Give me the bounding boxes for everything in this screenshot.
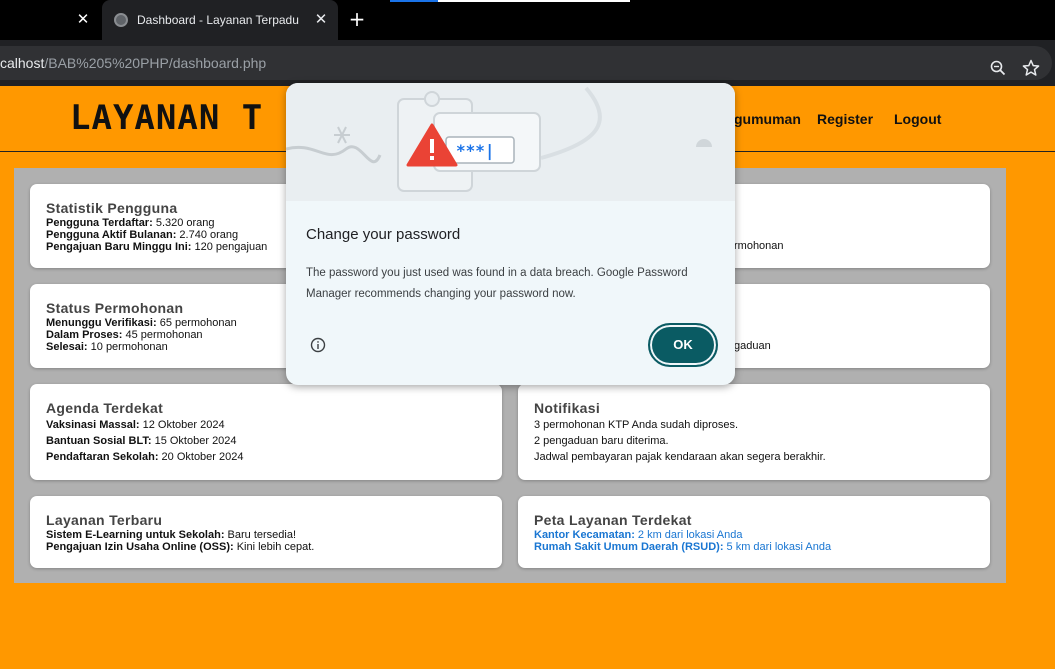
notification-item: 2 pengaduan baru diterima. [534,435,669,447]
password-breach-dialog: ***| Change your password The password y… [286,83,735,385]
card-agenda-terdekat: Agenda Terdekat Vaksinasi Massal: 12 Okt… [30,384,502,480]
ok-button[interactable]: OK [648,323,718,367]
layanan-line: Sistem E-Learning untuk Sekolah: Baru te… [46,529,297,541]
tab-strip-accent-blue [390,0,438,2]
star-icon[interactable] [1022,59,1040,77]
notification-item: Jadwal pembayaran pajak kendaraan akan s… [534,451,826,463]
browser-toolbar: calhost/BAB%205%20PHP/dashboard.php [0,40,1055,86]
close-icon[interactable]: ✕ [314,12,328,27]
globe-icon [114,13,128,27]
tab-title: Dashboard - Layanan Terpadu [137,13,299,27]
plus-icon[interactable]: + [348,9,366,29]
dialog-title: Change your password [306,226,461,243]
agenda-line: Bantuan Sosial BLT: 15 Oktober 2024 [46,435,237,447]
nav-logout[interactable]: Logout [894,111,941,127]
layanan-line: Pengajuan Izin Usaha Online (OSS): Kini … [46,541,315,553]
url-host: calhost [0,55,45,71]
partial-text: rmohonan [734,240,784,252]
address-bar[interactable]: calhost/BAB%205%20PHP/dashboard.php [0,46,1052,80]
location-link[interactable]: Kantor Kecamatan: 2 km dari lokasi Anda [534,529,974,541]
info-icon[interactable] [310,337,326,353]
card-notifikasi: Notifikasi 3 permohonan KTP Anda sudah d… [518,384,990,480]
url-text[interactable]: calhost/BAB%205%20PHP/dashboard.php [0,55,266,71]
location-link[interactable]: Rumah Sakit Umum Daerah (RSUD): 5 km dar… [534,541,974,553]
zoom-icon[interactable] [990,60,1006,76]
password-mask-text: ***| [456,141,495,161]
card-title: Layanan Terbaru [46,512,163,528]
card-layanan-terbaru: Layanan Terbaru Sistem E-Learning untuk … [30,496,502,568]
site-title: LAYANAN T [70,98,264,138]
close-icon[interactable]: ✕ [76,12,90,27]
partial-text: gaduan [734,340,771,352]
nav-pengumuman[interactable]: gumuman [734,111,801,127]
card-title: Peta Layanan Terdekat [534,512,692,528]
browser-tab-active[interactable]: Dashboard - Layanan Terpadu ✕ [102,0,338,40]
agenda-line: Vaksinasi Massal: 12 Oktober 2024 [46,419,225,431]
dialog-illustration: ***| [286,83,735,201]
url-path: /BAB%205%20PHP/dashboard.php [44,55,267,71]
breach-illustration: ***| [286,86,712,192]
agenda-line: Pendaftaran Sekolah: 20 Oktober 2024 [46,451,244,463]
card-peta-layanan: Peta Layanan Terdekat Kantor Kecamatan: … [518,496,990,568]
browser-tab-bar: ✕ Dashboard - Layanan Terpadu ✕ + [0,0,1055,40]
card-title: Notifikasi [534,400,601,416]
nav-register[interactable]: Register [817,111,873,127]
card-title: Agenda Terdekat [46,400,164,416]
dialog-body: The password you just used was found in … [306,267,688,300]
notification-item: 3 permohonan KTP Anda sudah diproses. [534,419,739,431]
